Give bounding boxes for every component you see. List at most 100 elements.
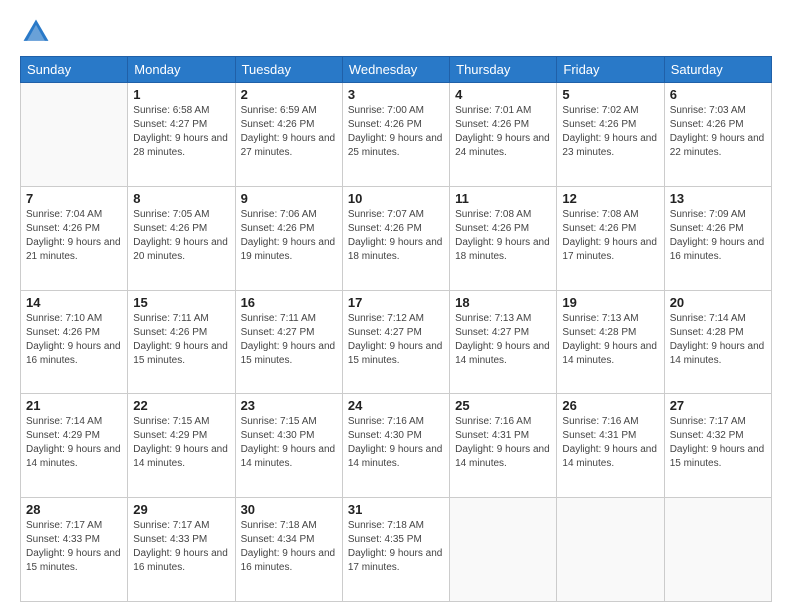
calendar-day-cell <box>664 498 771 602</box>
calendar-day-cell: 24 Sunrise: 7:16 AMSunset: 4:30 PMDayligh… <box>342 394 449 498</box>
calendar-day-cell: 11Sunrise: 7:08 AMSunset: 4:26 PMDayligh… <box>450 186 557 290</box>
day-info: Sunrise: 7:16 AMSunset: 4:30 PMDaylight:… <box>348 415 444 471</box>
day-number: 3 <box>348 87 444 102</box>
day-info: Sunrise: 7:11 AMSunset: 4:26 PMDaylight:… <box>133 312 229 368</box>
day-number: 4 <box>455 87 551 102</box>
day-info: Sunrise: 7:07 AMSunset: 4:26 PMDaylight:… <box>348 208 444 264</box>
logo <box>20 16 56 48</box>
calendar-day-cell: 20 Sunrise: 7:14 AMSunset: 4:28 PMDayligh… <box>664 290 771 394</box>
day-number: 29 <box>133 502 229 517</box>
day-info: Sunrise: 7:03 AMSunset: 4:26 PMDaylight:… <box>670 104 766 160</box>
calendar-day-cell: 10 Sunrise: 7:07 AMSunset: 4:26 PMDayligh… <box>342 186 449 290</box>
day-number: 11 <box>455 191 551 206</box>
day-info: Sunrise: 7:18 AMSunset: 4:34 PMDaylight:… <box>241 519 337 575</box>
calendar-day-cell: 28Sunrise: 7:17 AMSunset: 4:33 PMDayligh… <box>21 498 128 602</box>
calendar-day-cell: 29 Sunrise: 7:17 AMSunset: 4:33 PMDayligh… <box>128 498 235 602</box>
calendar-day-cell: 6 Sunrise: 7:03 AMSunset: 4:26 PMDaylight… <box>664 83 771 187</box>
weekday-header-cell: Sunday <box>21 57 128 83</box>
day-number: 5 <box>562 87 658 102</box>
weekday-header-row: SundayMondayTuesdayWednesdayThursdayFrid… <box>21 57 772 83</box>
calendar-day-cell: 22 Sunrise: 7:15 AMSunset: 4:29 PMDayligh… <box>128 394 235 498</box>
day-info: Sunrise: 7:17 AMSunset: 4:33 PMDaylight:… <box>133 519 229 575</box>
logo-icon <box>20 16 52 48</box>
calendar-day-cell: 1Sunrise: 6:58 AMSunset: 4:27 PMDaylight… <box>128 83 235 187</box>
calendar-week-row: 28 Sunrise: 7:17 AMSunset: 4:33 PMDayligh… <box>21 498 772 602</box>
day-number: 12 <box>562 191 658 206</box>
calendar-day-cell: 27 Sunrise: 7:17 AMSunset: 4:32 PMDayligh… <box>664 394 771 498</box>
calendar-day-cell: 2 Sunrise: 6:59 AMSunset: 4:26 PMDaylight… <box>235 83 342 187</box>
day-number: 9 <box>241 191 337 206</box>
day-info: Sunrise: 7:01 AMSunset: 4:26 PMDaylight:… <box>455 104 551 160</box>
day-info: Sunrise: 7:13 AMSunset: 4:28 PMDaylight:… <box>562 312 658 368</box>
calendar-table: SundayMondayTuesdayWednesdayThursdayFrid… <box>20 56 772 602</box>
day-number: 20 <box>670 295 766 310</box>
day-info: Sunrise: 7:14 AMSunset: 4:29 PMDaylight:… <box>26 415 122 471</box>
day-info: Sunrise: 7:14 AMSunset: 4:28 PMDaylight:… <box>670 312 766 368</box>
calendar-day-cell: 3 Sunrise: 7:00 AMSunset: 4:26 PMDaylight… <box>342 83 449 187</box>
weekday-header-cell: Monday <box>128 57 235 83</box>
calendar-day-cell: 12 Sunrise: 7:08 AMSunset: 4:26 PMDayligh… <box>557 186 664 290</box>
day-number: 2 <box>241 87 337 102</box>
weekday-header-cell: Saturday <box>664 57 771 83</box>
day-number: 15 <box>133 295 229 310</box>
day-number: 21 <box>26 398 122 413</box>
day-number: 6 <box>670 87 766 102</box>
day-info: Sunrise: 7:02 AMSunset: 4:26 PMDaylight:… <box>562 104 658 160</box>
page: SundayMondayTuesdayWednesdayThursdayFrid… <box>0 0 792 612</box>
day-info: Sunrise: 7:13 AMSunset: 4:27 PMDaylight:… <box>455 312 551 368</box>
calendar-day-cell: 14 Sunrise: 7:10 AMSunset: 4:26 PMDayligh… <box>21 290 128 394</box>
calendar-day-cell <box>21 83 128 187</box>
calendar-day-cell: 15 Sunrise: 7:11 AMSunset: 4:26 PMDayligh… <box>128 290 235 394</box>
day-info: Sunrise: 7:04 AMSunset: 4:26 PMDaylight:… <box>26 208 122 264</box>
day-info: Sunrise: 7:18 AMSunset: 4:35 PMDaylight:… <box>348 519 444 575</box>
weekday-header-cell: Friday <box>557 57 664 83</box>
day-info: Sunrise: 7:11 AMSunset: 4:27 PMDaylight:… <box>241 312 337 368</box>
day-number: 14 <box>26 295 122 310</box>
day-info: Sunrise: 7:05 AMSunset: 4:26 PMDaylight:… <box>133 208 229 264</box>
day-number: 27 <box>670 398 766 413</box>
calendar-week-row: 1Sunrise: 6:58 AMSunset: 4:27 PMDaylight… <box>21 83 772 187</box>
day-number: 24 <box>348 398 444 413</box>
day-number: 22 <box>133 398 229 413</box>
day-info: Sunrise: 7:08 AMSunset: 4:26 PMDaylight:… <box>562 208 658 264</box>
calendar-day-cell: 17Sunrise: 7:12 AMSunset: 4:27 PMDayligh… <box>342 290 449 394</box>
calendar-day-cell <box>557 498 664 602</box>
calendar-day-cell: 26 Sunrise: 7:16 AMSunset: 4:31 PMDayligh… <box>557 394 664 498</box>
calendar-day-cell: 7Sunrise: 7:04 AMSunset: 4:26 PMDaylight… <box>21 186 128 290</box>
calendar-day-cell: 9 Sunrise: 7:06 AMSunset: 4:26 PMDaylight… <box>235 186 342 290</box>
day-info: Sunrise: 7:16 AMSunset: 4:31 PMDaylight:… <box>455 415 551 471</box>
day-info: Sunrise: 6:58 AMSunset: 4:27 PMDaylight:… <box>133 104 229 160</box>
calendar-day-cell: 8 Sunrise: 7:05 AMSunset: 4:26 PMDaylight… <box>128 186 235 290</box>
day-info: Sunrise: 7:00 AMSunset: 4:26 PMDaylight:… <box>348 104 444 160</box>
day-info: Sunrise: 7:16 AMSunset: 4:31 PMDaylight:… <box>562 415 658 471</box>
calendar-day-cell: 31Sunrise: 7:18 AMSunset: 4:35 PMDayligh… <box>342 498 449 602</box>
weekday-header-cell: Wednesday <box>342 57 449 83</box>
calendar-day-cell: 25Sunrise: 7:16 AMSunset: 4:31 PMDayligh… <box>450 394 557 498</box>
day-number: 28 <box>26 502 122 517</box>
day-number: 13 <box>670 191 766 206</box>
day-number: 26 <box>562 398 658 413</box>
weekday-header-cell: Thursday <box>450 57 557 83</box>
day-info: Sunrise: 7:10 AMSunset: 4:26 PMDaylight:… <box>26 312 122 368</box>
day-info: Sunrise: 7:17 AMSunset: 4:32 PMDaylight:… <box>670 415 766 471</box>
day-number: 8 <box>133 191 229 206</box>
weekday-header-cell: Tuesday <box>235 57 342 83</box>
day-number: 10 <box>348 191 444 206</box>
day-number: 17 <box>348 295 444 310</box>
calendar-day-cell: 5 Sunrise: 7:02 AMSunset: 4:26 PMDaylight… <box>557 83 664 187</box>
day-number: 18 <box>455 295 551 310</box>
day-info: Sunrise: 6:59 AMSunset: 4:26 PMDaylight:… <box>241 104 337 160</box>
day-info: Sunrise: 7:06 AMSunset: 4:26 PMDaylight:… <box>241 208 337 264</box>
calendar-day-cell: 21 Sunrise: 7:14 AMSunset: 4:29 PMDayligh… <box>21 394 128 498</box>
day-info: Sunrise: 7:15 AMSunset: 4:29 PMDaylight:… <box>133 415 229 471</box>
calendar-week-row: 21 Sunrise: 7:14 AMSunset: 4:29 PMDayligh… <box>21 394 772 498</box>
day-number: 23 <box>241 398 337 413</box>
calendar-day-cell: 16Sunrise: 7:11 AMSunset: 4:27 PMDayligh… <box>235 290 342 394</box>
calendar-week-row: 7Sunrise: 7:04 AMSunset: 4:26 PMDaylight… <box>21 186 772 290</box>
day-info: Sunrise: 7:15 AMSunset: 4:30 PMDaylight:… <box>241 415 337 471</box>
day-info: Sunrise: 7:09 AMSunset: 4:26 PMDaylight:… <box>670 208 766 264</box>
calendar-day-cell: 18 Sunrise: 7:13 AMSunset: 4:27 PMDayligh… <box>450 290 557 394</box>
calendar-day-cell: 4 Sunrise: 7:01 AMSunset: 4:26 PMDaylight… <box>450 83 557 187</box>
calendar-day-cell <box>450 498 557 602</box>
calendar-day-cell: 30Sunrise: 7:18 AMSunset: 4:34 PMDayligh… <box>235 498 342 602</box>
